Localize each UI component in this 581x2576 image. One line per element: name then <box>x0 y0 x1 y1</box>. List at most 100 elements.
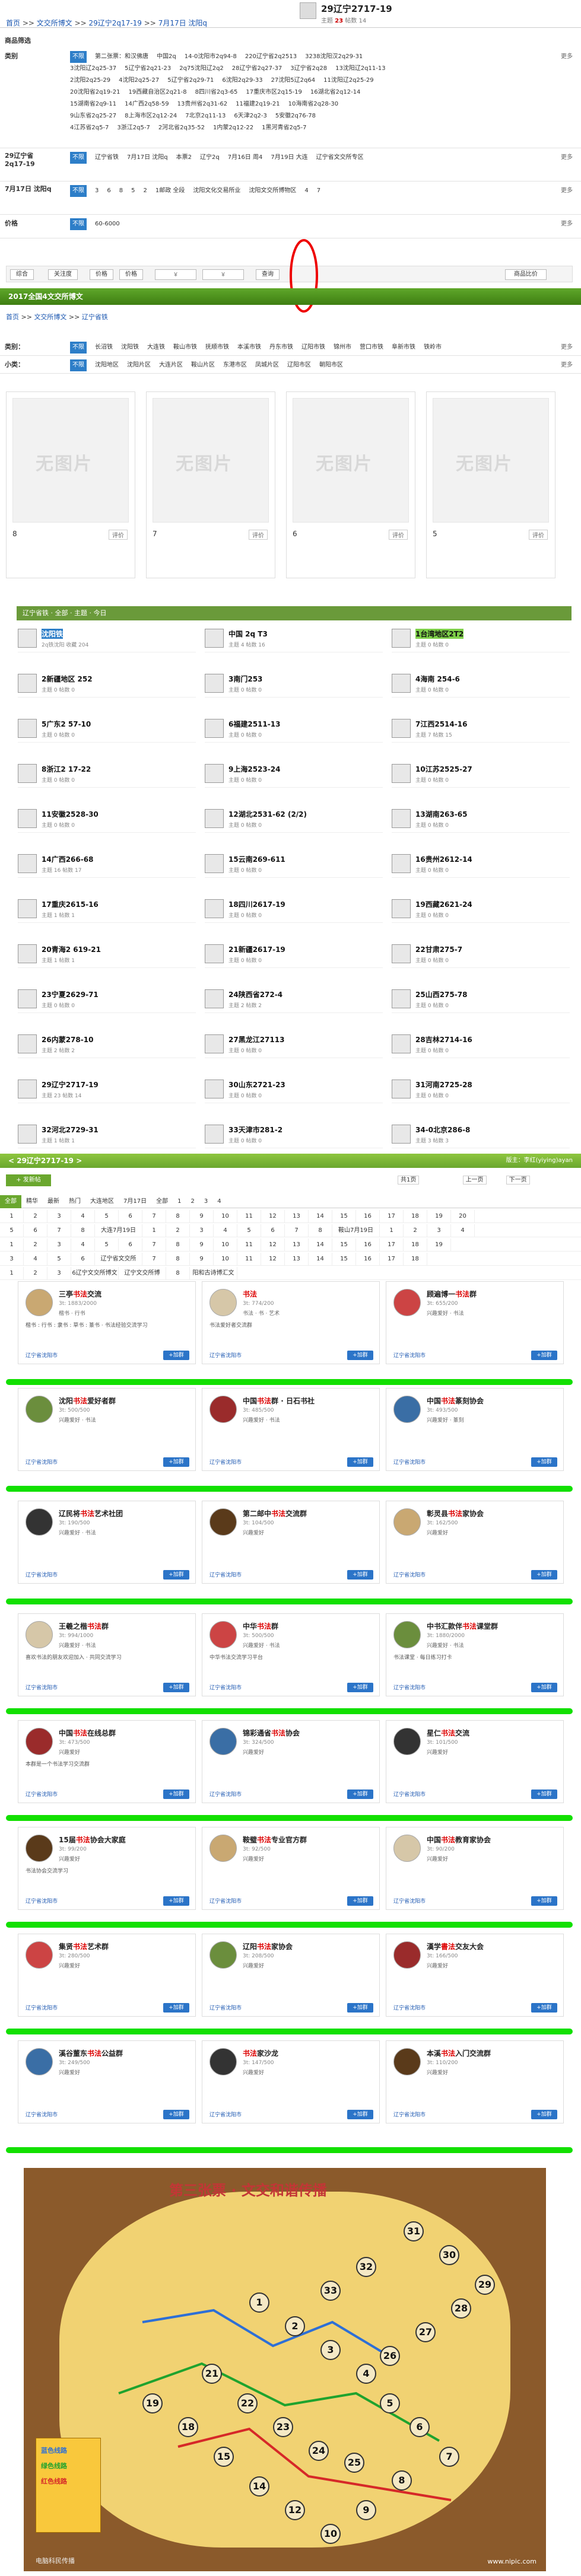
join-group-button[interactable]: +加群 <box>531 1457 557 1467</box>
product-card[interactable]: 无图片 5 评价 <box>426 391 555 578</box>
subforum-item[interactable]: 5广东2 57-10 主题 0 帖数 0 <box>18 717 196 743</box>
group-card[interactable]: 顾遍博一书法群 3t: 655/200 兴趣爱好 · 书法 辽宁省沈阳市 +加群 <box>386 1281 564 1364</box>
join-group-button[interactable]: +加群 <box>163 2110 189 2119</box>
join-group-button[interactable]: +加群 <box>531 1351 557 1360</box>
pager-next[interactable]: 下一页 <box>506 1176 530 1184</box>
subforum-name[interactable]: 5广东2 57-10 <box>42 719 91 729</box>
date-option[interactable]: 3 <box>95 185 99 197</box>
date-more-link[interactable]: 更多 <box>561 185 573 194</box>
subforum-item[interactable]: 23宁夏2629-71 主题 0 帖数 0 <box>18 987 196 1013</box>
group-location[interactable]: 辽宁省沈阳市 <box>393 1790 426 1798</box>
group-name[interactable]: 星仁书法交流 <box>427 1728 469 1738</box>
category-option[interactable]: 27沈阳5辽2q64 <box>271 75 316 87</box>
grid-cell[interactable]: 1 <box>142 1224 166 1237</box>
group-name[interactable]: 漢学書法交友大会 <box>427 1941 484 1951</box>
group-name[interactable]: 锦彩通省书法协会 <box>243 1728 300 1738</box>
category-option[interactable]: 13沈阳辽2q11-13 <box>335 63 386 75</box>
join-group-button[interactable]: +加群 <box>347 2003 373 2013</box>
group-location[interactable]: 辽宁省沈阳市 <box>393 1571 426 1578</box>
group-location[interactable]: 辽宁省沈阳市 <box>26 1458 58 1466</box>
subforum-name[interactable]: 30山东2721-23 <box>228 1080 285 1090</box>
small-more-link[interactable]: 更多 <box>561 359 573 368</box>
grid-cell[interactable]: 1 <box>0 1238 24 1252</box>
subforum-item[interactable]: 18四川2617-19 主题 0 帖数 0 <box>205 897 383 923</box>
grid-cell[interactable]: 14 <box>309 1210 332 1223</box>
group-name[interactable]: 辽民将书法艺术社团 <box>59 1508 123 1518</box>
group-name[interactable]: 集贤书法艺术群 <box>59 1941 109 1951</box>
category-option[interactable]: 第二张票：和汉佛唐 <box>95 51 148 63</box>
category-option[interactable]: 8四川省2q3-65 <box>195 87 238 98</box>
subforum-item[interactable]: 6福建2511-13 主题 0 帖数 0 <box>205 717 383 743</box>
category-more-link[interactable]: 更多 <box>561 51 573 60</box>
subforum-name[interactable]: 16贵州2612-14 <box>415 854 472 864</box>
join-group-button[interactable]: +加群 <box>531 2110 557 2119</box>
subforum-name[interactable]: 1台湾地区2T2 <box>415 629 464 639</box>
group-name[interactable]: 三亭书法交流 <box>59 1289 101 1299</box>
thread-tab[interactable]: 热门 <box>64 1195 85 1208</box>
date-option[interactable]: 2 <box>144 185 147 197</box>
grid-cell[interactable]: 6 <box>24 1224 47 1237</box>
grid-cell[interactable]: 3 <box>190 1224 214 1237</box>
grid-cell[interactable]: 17 <box>380 1253 404 1266</box>
category-option[interactable]: 3浙江2q5-7 <box>117 122 150 134</box>
group-card[interactable]: 本溪书法入门交流群 3t: 110/200 兴趣爱好 辽宁省沈阳市 +加群 <box>386 2040 564 2123</box>
grid-cell[interactable]: 20 <box>451 1210 475 1223</box>
category-option[interactable]: 11沈阳辽2q25-29 <box>323 75 374 87</box>
subforum-name[interactable]: 27黑龙江27113 <box>228 1034 284 1045</box>
subforum-item[interactable]: 28吉林2714-16 主题 0 帖数 0 <box>392 1032 570 1058</box>
subforum-item[interactable]: 15云南269-611 主题 0 帖数 0 <box>205 852 383 878</box>
group-name[interactable]: 中国书法教育家协会 <box>427 1835 491 1845</box>
group-card[interactable]: 15届书法协会大家庭 3t: 99/200 兴趣爱好 书法协会交流学习 辽宁省沈阳市 +加… <box>18 1827 196 1910</box>
subforum-item[interactable]: 20青海2 619-21 主题 1 帖数 1 <box>18 942 196 968</box>
group-location[interactable]: 辽宁省沈阳市 <box>393 1458 426 1466</box>
date-option[interactable]: 不限 <box>70 185 87 197</box>
date-option[interactable]: 6 <box>107 185 110 197</box>
rate-button[interactable]: 评价 <box>249 530 268 540</box>
grid-cell[interactable]: 14 <box>309 1238 332 1252</box>
category-option[interactable]: 14-0沈阳市2q94-8 <box>185 51 237 63</box>
subforum-item[interactable]: 27黑龙江27113 主题 0 帖数 0 <box>205 1032 383 1058</box>
group-card[interactable]: 中书汇款伴书法课堂群 3t: 1880/2000 兴趣爱好 · 书法 书法课堂 · 每… <box>386 1613 564 1696</box>
category-option[interactable]: 10海南省2q28-30 <box>288 98 339 110</box>
group-card[interactable]: 三亭书法交流 3t: 1883/2000 楷书 · 行书 楷书 : 行书 : 隶书 :… <box>18 1281 196 1364</box>
grid-cell[interactable]: 12 <box>261 1253 285 1266</box>
group-location[interactable]: 辽宁省沈阳市 <box>26 2004 58 2011</box>
grid-cell[interactable]: 5 <box>95 1238 119 1252</box>
group-card[interactable]: 鞍璧书法专业官方群 3t: 92/500 兴趣爱好 辽宁省沈阳市 +加群 <box>202 1827 380 1910</box>
group-location[interactable]: 辽宁省沈阳市 <box>26 1351 58 1359</box>
group-card[interactable]: 第二邮中书法交流群 3t: 104/500 兴趣爱好 辽宁省沈阳市 +加群 <box>202 1501 380 1584</box>
rate-button[interactable]: 评价 <box>109 530 128 540</box>
subforum-item[interactable]: 11安徽2528-30 主题 0 帖数 0 <box>18 807 196 833</box>
region-option[interactable]: 铁岭市 <box>424 342 442 354</box>
thread-tab[interactable]: 7月17日 <box>119 1195 151 1208</box>
sort-price-button[interactable]: 价格 <box>90 269 113 280</box>
small-option[interactable]: 凤城片区 <box>255 359 279 371</box>
group-location[interactable]: 辽宁省沈阳市 <box>26 1683 58 1691</box>
group-location[interactable]: 辽宁省沈阳市 <box>393 1897 426 1905</box>
subforum-item[interactable]: 3南门253 主题 0 帖数 0 <box>205 671 383 698</box>
grid-cell[interactable]: 5 <box>237 1224 261 1237</box>
subforum-item[interactable]: 24陕西省272-4 主题 2 帖数 2 <box>205 987 383 1013</box>
subforum-name[interactable]: 9上海2523-24 <box>228 764 280 774</box>
region-option[interactable]: 抚顺市铁 <box>205 342 229 354</box>
grid-cell[interactable]: 6 <box>119 1210 142 1223</box>
category-option[interactable]: 2河北省2q35-52 <box>158 122 205 134</box>
grid-cell[interactable]: 鞍山7月19日 <box>332 1224 380 1237</box>
grid-cell[interactable]: 3 <box>47 1238 71 1252</box>
province-option[interactable]: 辽宁省文交所专区 <box>316 152 364 164</box>
group-card[interactable]: 沈阳书法爱好者群 3t: 500/500 兴趣爱好 · 书法 辽宁省沈阳市 +加群 <box>18 1388 196 1471</box>
category-option[interactable]: 5安徽2q76-78 <box>275 110 316 122</box>
category-option[interactable]: 15湖南省2q9-11 <box>70 98 116 110</box>
category-option[interactable]: 19西藏自治区2q21-8 <box>129 87 187 98</box>
subforum-item[interactable]: 31河南2725-28 主题 0 帖数 0 <box>392 1077 570 1103</box>
thread-tab[interactable]: 全部 <box>151 1195 173 1208</box>
subforum-name[interactable]: 21新疆2617-19 <box>228 944 285 954</box>
subforum-item[interactable]: 33天津市281-2 主题 0 帖数 0 <box>205 1122 383 1148</box>
compare-button[interactable]: 商品比价 <box>505 269 547 280</box>
subforum-item[interactable]: 32河北2729-31 主题 1 帖数 1 <box>18 1122 196 1148</box>
grid-cell[interactable]: 1 <box>0 1267 24 1280</box>
category-option[interactable]: 7北京2q11-13 <box>185 110 226 122</box>
group-card[interactable]: 书法家沙龙 3t: 147/500 兴趣爱好 辽宁省沈阳市 +加群 <box>202 2040 380 2123</box>
group-location[interactable]: 辽宁省沈阳市 <box>209 2110 242 2118</box>
query-button[interactable]: 查询 <box>256 269 280 280</box>
